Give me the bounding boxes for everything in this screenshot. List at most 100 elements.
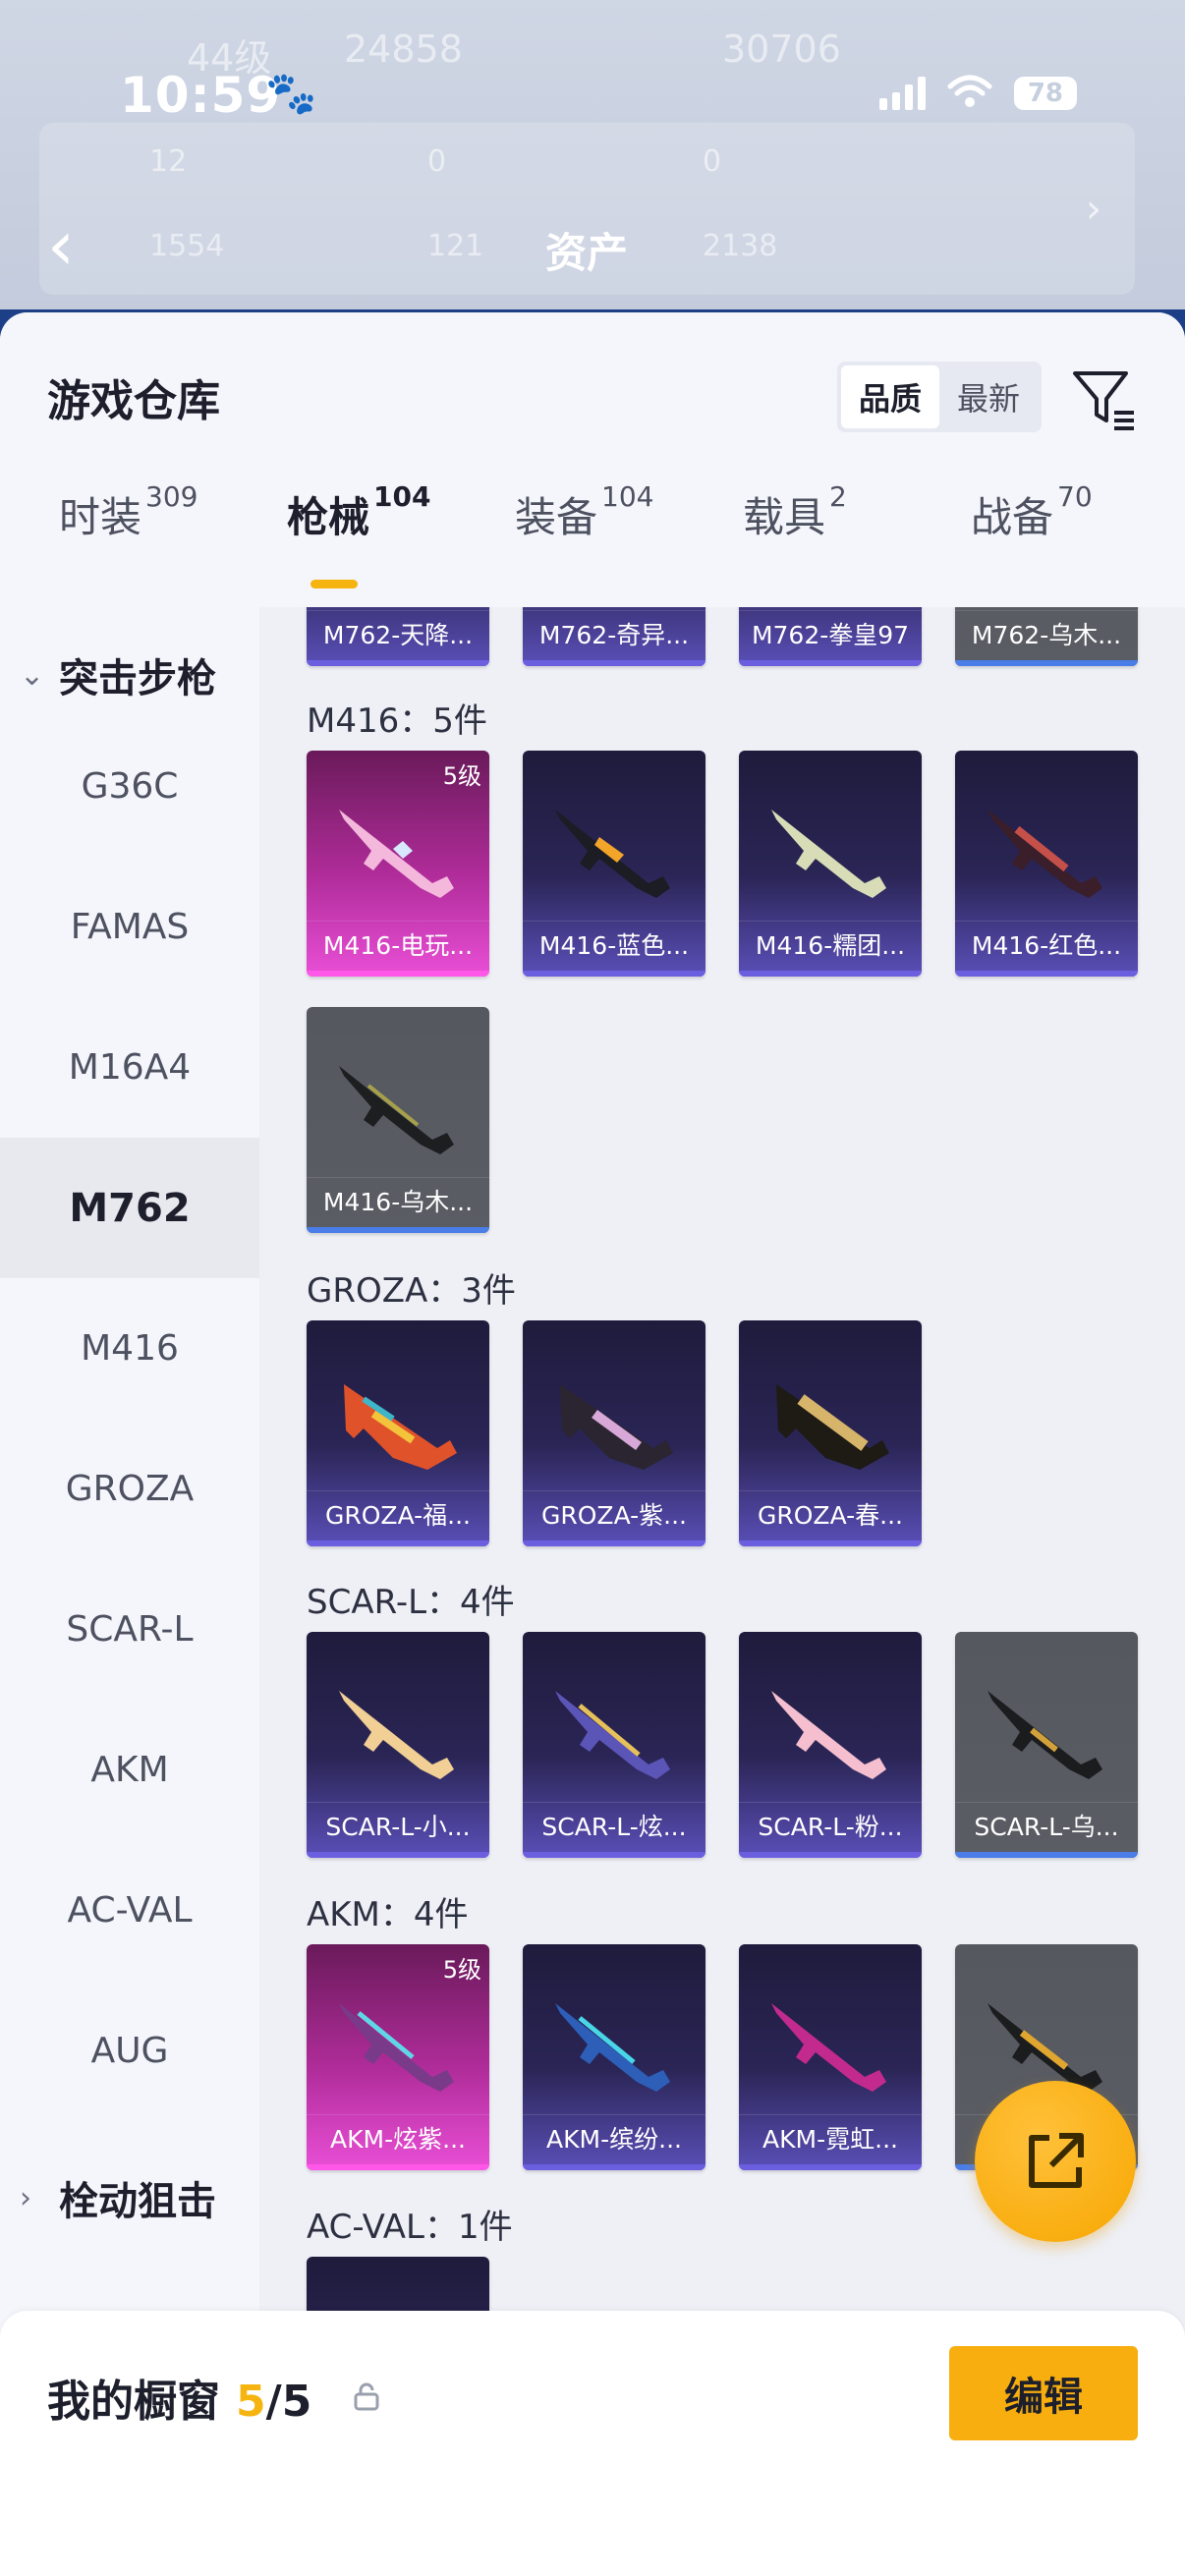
sidebar-item-aug[interactable]: AUG	[0, 1981, 259, 2121]
tab-count: 70	[1057, 480, 1093, 513]
rarity-bar	[739, 660, 922, 666]
item-name: GROZA-福...	[307, 1490, 489, 1540]
filter-icon[interactable]	[1069, 364, 1138, 432]
tab-label: 时装	[59, 493, 142, 541]
item-name: M762-奇异...	[523, 610, 705, 660]
rarity-bar	[523, 660, 705, 666]
item-card[interactable]: M762-乌木...	[955, 607, 1138, 666]
bullpup-rifle-icon	[776, 1384, 889, 1470]
item-name: M416-糯团...	[739, 921, 922, 971]
item-card[interactable]: GROZA-紫...	[523, 1320, 705, 1546]
item-card[interactable]: SCAR-L-小...	[307, 1632, 489, 1858]
chevron-right-icon: ›	[1086, 187, 1101, 232]
rifle-icon	[988, 1691, 1102, 1779]
sidebar-group-assault-rifles[interactable]: ⌄ 突击步枪	[20, 646, 216, 703]
sidebar-item-famas[interactable]: FAMAS	[0, 857, 259, 997]
item-card[interactable]: M416-糯团...	[739, 751, 922, 977]
rifle-icon	[771, 810, 886, 898]
bg-stat: 121	[427, 229, 484, 263]
sidebar-item-m16a4[interactable]: M16A4	[0, 997, 259, 1138]
tab-weapons[interactable]: 枪械 104	[287, 480, 430, 544]
sidebar-item-scar-l[interactable]: SCAR-L	[0, 1559, 259, 1700]
item-card[interactable]: SCAR-L-炫...	[523, 1632, 705, 1858]
tab-count: 309	[145, 480, 198, 513]
item-card[interactable]: 5级 M416-电玩...	[307, 751, 489, 977]
sidebar-item-m762[interactable]: M762	[0, 1138, 259, 1278]
share-button[interactable]	[975, 2081, 1136, 2242]
item-name: M416-电玩...	[307, 921, 489, 971]
rifle-icon	[771, 1691, 886, 1779]
section-title-scar-l: SCAR-L：4件	[307, 1583, 515, 1622]
tab-count: 2	[829, 480, 847, 513]
sidebar-group-label: 突击步枪	[59, 656, 216, 701]
item-card[interactable]: 5级 AKM-炫紫...	[307, 1944, 489, 2170]
bg-page-title: 资产	[545, 229, 629, 277]
signal-icon	[878, 77, 926, 110]
sidebar-item-g36c[interactable]: G36C	[0, 716, 259, 857]
rifle-icon	[339, 810, 454, 898]
item-card[interactable]: M416-红色...	[955, 751, 1138, 977]
rarity-bar	[307, 971, 489, 977]
item-card[interactable]: AKM-缤纷...	[523, 1944, 705, 2170]
tab-label: 装备	[515, 493, 598, 541]
rarity-bar	[739, 1540, 922, 1546]
chevron-down-icon: ⌄	[20, 657, 45, 693]
item-card[interactable]: M762-天降...	[307, 607, 489, 666]
sheet-header: 游戏仓库 品质 最新 时装 309 枪械 104 装备 104 载具 2 战备 70	[0, 312, 1185, 607]
item-name: GROZA-紫...	[523, 1490, 705, 1540]
rarity-bar	[955, 660, 1138, 666]
item-name: M416-蓝色...	[523, 921, 705, 971]
tab-equipment[interactable]: 装备 104	[515, 480, 653, 544]
rifle-icon	[555, 1691, 670, 1779]
bg-stat: 2138	[703, 229, 778, 263]
tab-vehicles[interactable]: 载具 2	[743, 480, 847, 544]
sort-newest-option[interactable]: 最新	[939, 365, 1038, 428]
item-name: AKM-霓虹...	[739, 2114, 922, 2164]
item-card[interactable]: GROZA-春...	[739, 1320, 922, 1546]
sort-quality-option[interactable]: 品质	[841, 365, 939, 428]
sort-toggle: 品质 最新	[837, 362, 1042, 432]
bullpup-rifle-icon	[560, 1384, 673, 1470]
item-card[interactable]: GROZA-福...	[307, 1320, 489, 1546]
wifi-icon	[947, 75, 992, 112]
item-name: AKM-炫紫...	[307, 2114, 489, 2164]
category-tabs: 时装 309 枪械 104 装备 104 载具 2 战备 70	[0, 480, 1185, 583]
item-card[interactable]: M762-拳皇97	[739, 607, 922, 666]
bg-score: 30706	[722, 28, 841, 71]
back-arrow-icon[interactable]: ‹	[47, 211, 75, 280]
section-title-m416: M416：5件	[307, 701, 487, 741]
item-level-badge: 5级	[442, 762, 481, 790]
tab-supplies[interactable]: 战备 70	[971, 480, 1093, 544]
item-card[interactable]: M416-蓝色...	[523, 751, 705, 977]
tab-count: 104	[373, 480, 431, 513]
item-card[interactable]: SCAR-L-粉...	[739, 1632, 922, 1858]
background-header: 44级 24858 30706 12 0 0 1554 121 2138 10:…	[0, 0, 1185, 324]
item-card[interactable]: SCAR-L-乌...	[955, 1632, 1138, 1858]
share-icon	[1029, 2133, 1084, 2188]
bg-stat: 0	[427, 144, 447, 179]
rarity-bar	[523, 2164, 705, 2170]
tab-count: 104	[601, 480, 654, 513]
rarity-bar	[739, 971, 922, 977]
sidebar-item-groza[interactable]: GROZA	[0, 1419, 259, 1559]
rifle-icon	[555, 2003, 670, 2092]
item-card[interactable]: M416-乌木...	[307, 1007, 489, 1233]
rarity-bar	[307, 2164, 489, 2170]
sidebar-item-akm[interactable]: AKM	[0, 1700, 259, 1840]
rifle-icon	[988, 810, 1102, 898]
item-level-badge: 5级	[442, 1956, 481, 1984]
sidebar-item-m416[interactable]: M416	[0, 1278, 259, 1419]
item-card[interactable]: M762-奇异...	[523, 607, 705, 666]
rarity-bar	[739, 2164, 922, 2170]
status-time: 10:59	[120, 67, 282, 124]
item-name: M416-红色...	[955, 921, 1138, 971]
item-grid: M762-天降... M762-奇异... M762-拳皇97 M762-乌木.…	[259, 607, 1185, 2576]
edit-button[interactable]: 编辑	[949, 2346, 1138, 2440]
sidebar-group-bolt-snipers[interactable]: › 栓动狙击	[20, 2169, 216, 2226]
rarity-bar	[955, 1852, 1138, 1858]
item-name: SCAR-L-乌...	[955, 1802, 1138, 1852]
sidebar-item-ac-val[interactable]: AC-VAL	[0, 1840, 259, 1981]
chevron-right-icon: ›	[20, 2180, 31, 2215]
item-card[interactable]: AKM-霓虹...	[739, 1944, 922, 2170]
tab-fashion[interactable]: 时装 309	[59, 480, 198, 544]
